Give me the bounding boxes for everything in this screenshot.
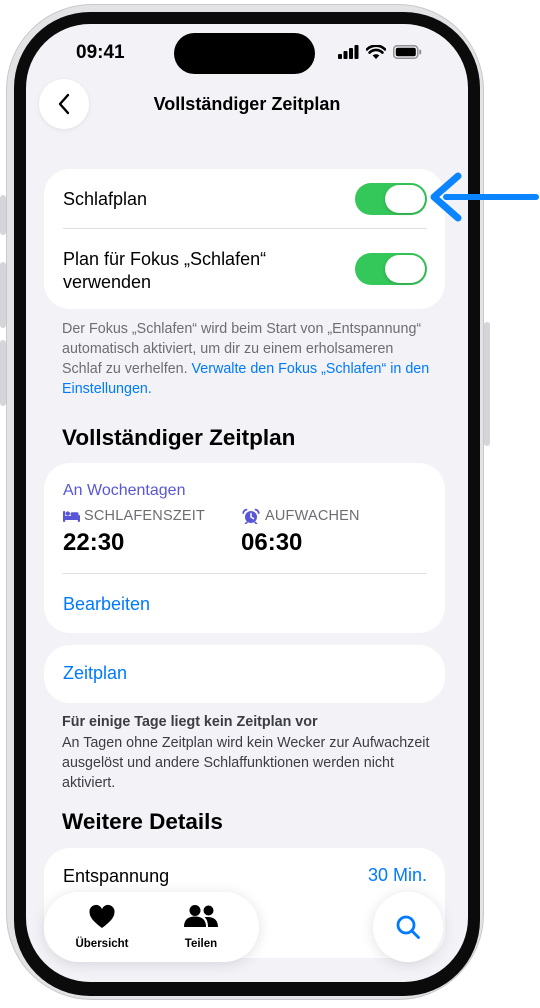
alarm-clock-icon xyxy=(242,508,260,524)
status-icons xyxy=(338,42,422,62)
focus-sleep-label-line1: Plan für Fokus „Schlafen“ xyxy=(63,249,267,269)
wake-value: 06:30 xyxy=(241,529,303,556)
schedule-note-body: An Tagen ohne Zeitplan wird kein Wecker … xyxy=(62,735,430,791)
phone-side-button xyxy=(484,322,490,446)
wind-down-value[interactable]: 30 Min. xyxy=(368,865,427,886)
tab-summary[interactable]: Übersicht xyxy=(58,904,146,950)
weekday-label: An Wochentagen xyxy=(63,482,186,499)
status-time: 09:41 xyxy=(76,42,125,63)
focus-sleep-toggle[interactable] xyxy=(355,253,427,285)
focus-sleep-label: Plan für Fokus „Schlafen“ verwenden xyxy=(63,248,266,294)
focus-footnote: Der Fokus „Schlafen“ wird beim Start von… xyxy=(62,319,434,399)
sleep-schedule-label: Schlafplan xyxy=(63,189,148,209)
wake-label: AUFWACHEN xyxy=(265,508,360,524)
toggle-knob xyxy=(385,185,425,213)
schedule-link-card[interactable]: Zeitplan xyxy=(44,645,445,703)
tab-sharing-label: Teilen xyxy=(184,938,218,950)
focus-sleep-label-line2: verwenden xyxy=(63,272,152,292)
phone-side-button xyxy=(0,195,6,235)
sleep-schedule-toggle[interactable] xyxy=(355,183,427,215)
tab-bar: Übersicht Teilen xyxy=(44,892,259,962)
battery-icon xyxy=(393,45,422,59)
sleep-schedule-card: Schlafplan Plan für Fokus „Schlafen“ ver… xyxy=(44,169,445,309)
arrow-left-icon xyxy=(430,172,539,222)
screen: 09:41 Vollständiger Zeitplan Schlafplan xyxy=(26,24,468,982)
schedule-link[interactable]: Zeitplan xyxy=(63,663,127,684)
search-button[interactable] xyxy=(373,892,443,962)
full-schedule-heading: Vollständiger Zeitplan xyxy=(62,425,296,450)
cellular-signal-icon xyxy=(338,45,359,59)
toggle-knob xyxy=(385,255,425,283)
divider xyxy=(63,228,427,229)
tab-sharing[interactable]: Teilen xyxy=(157,904,245,950)
phone-side-button xyxy=(0,340,6,406)
wake-label-row: AUFWACHEN xyxy=(241,508,360,524)
weekday-schedule-card: An Wochentagen SCHLAFENSZEIT 22:30 AUFWA… xyxy=(44,463,445,633)
edit-schedule-button[interactable]: Bearbeiten xyxy=(63,594,150,615)
divider xyxy=(63,573,427,574)
dynamic-island xyxy=(174,33,315,74)
wind-down-label: Entspannung xyxy=(63,866,170,886)
bedtime-label: SCHLAFENSZEIT xyxy=(84,508,206,524)
bedtime-value: 22:30 xyxy=(63,529,125,556)
wifi-icon xyxy=(366,44,386,59)
tab-summary-label: Übersicht xyxy=(75,938,129,950)
more-details-heading: Weitere Details xyxy=(62,809,223,834)
bed-icon xyxy=(63,511,80,522)
heart-icon xyxy=(89,904,115,928)
page-title: Vollständiger Zeitplan xyxy=(153,94,341,114)
schedule-note-title: Für einige Tage liegt kein Zeitplan vor xyxy=(62,714,318,730)
phone-side-button xyxy=(0,262,6,328)
search-icon xyxy=(396,915,420,939)
people-icon xyxy=(184,905,218,927)
bedtime-label-row: SCHLAFENSZEIT xyxy=(63,508,205,524)
